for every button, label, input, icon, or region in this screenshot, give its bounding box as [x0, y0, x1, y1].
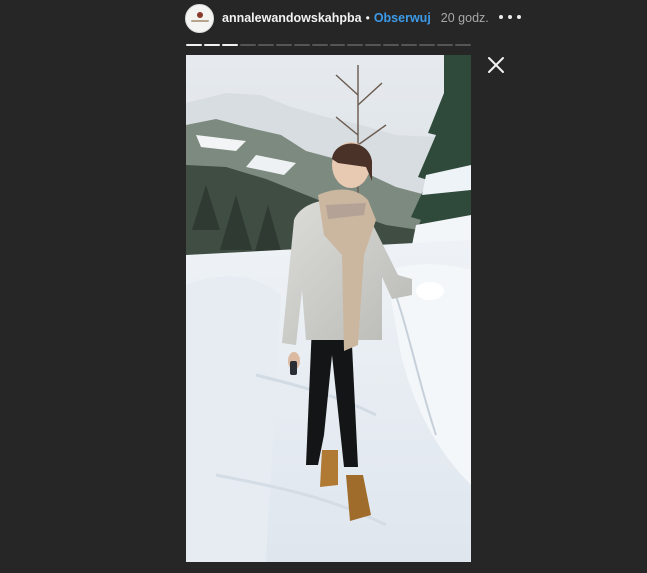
progress-segment: [383, 44, 400, 46]
progress-segment: [293, 44, 310, 46]
avatar[interactable]: [185, 3, 214, 33]
story-photo: [186, 55, 471, 562]
avatar-mark: [197, 11, 203, 18]
progress-segment: [455, 44, 471, 46]
progress-segment: [257, 44, 274, 46]
progress-segment: [275, 44, 292, 46]
progress-segment: [203, 44, 220, 46]
progress-segment: [186, 44, 202, 46]
username-link[interactable]: annalewandowskahpba: [222, 11, 362, 25]
story-progress-bar: [186, 44, 471, 47]
timestamp: 20 godz.: [440, 11, 489, 25]
story-media[interactable]: [186, 55, 471, 562]
progress-segment: [419, 44, 436, 46]
story-header: annalewandowskahpba • Obserwuj 20 godz.: [185, 3, 489, 33]
more-options-icon[interactable]: [499, 11, 521, 23]
follow-button[interactable]: Obserwuj: [374, 11, 431, 25]
progress-segment: [329, 44, 346, 46]
progress-segment: [401, 44, 418, 46]
avatar-signature: [191, 19, 209, 22]
progress-segment: [365, 44, 382, 46]
progress-segment: [239, 44, 256, 46]
separator-dot: •: [365, 11, 370, 25]
progress-segment: [221, 44, 238, 46]
close-icon[interactable]: [486, 55, 506, 75]
progress-segment: [311, 44, 328, 46]
progress-segment: [347, 44, 364, 46]
progress-segment: [437, 44, 454, 46]
